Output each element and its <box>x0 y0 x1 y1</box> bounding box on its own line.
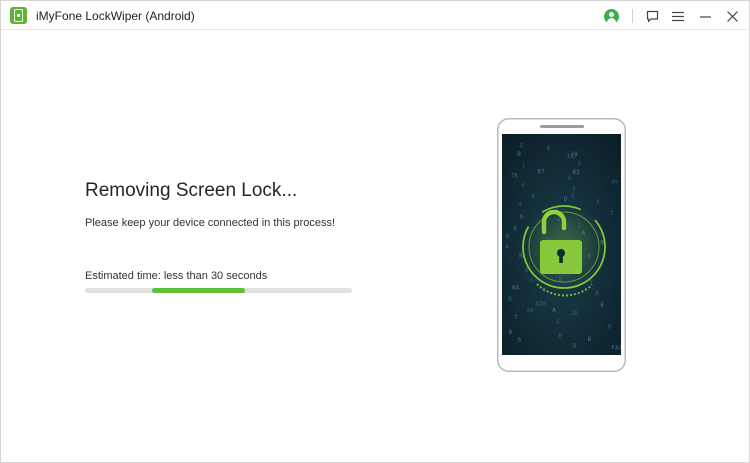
minimize-button[interactable] <box>695 6 715 26</box>
screen-glyph: B <box>506 233 510 240</box>
screen-glyph: 187 <box>567 153 578 160</box>
screen-glyph: E <box>559 332 563 339</box>
screen-glyph: 1 <box>522 162 526 169</box>
screen-glyph: 4 <box>519 201 523 208</box>
menu-icon <box>672 11 684 21</box>
screen-glyph: FA1 <box>612 344 623 351</box>
screen-glyph: 6 <box>518 337 522 344</box>
screen-glyph: 2A <box>527 307 535 314</box>
screen-glyph: 8 <box>578 160 582 167</box>
instruction-text: Please keep your device connected in thi… <box>85 217 336 229</box>
menu-button[interactable] <box>668 6 688 26</box>
screen-glyph: 83 <box>572 169 580 176</box>
screen-glyph: 8 <box>608 323 612 330</box>
screen-glyph: 8A <box>512 284 520 291</box>
screen-glyph: B <box>517 151 521 158</box>
minimize-icon <box>699 15 711 18</box>
screen-glyph: 8 <box>595 290 599 297</box>
screen-glyph: 5 <box>514 313 518 320</box>
titlebar-divider <box>632 9 633 23</box>
window-title: iMyFone LockWiper (Android) <box>36 9 195 23</box>
estimated-time-label: Estimated time: less than 30 seconds <box>85 270 268 282</box>
screen-glyph: A <box>552 307 556 314</box>
screen-glyph: 8 <box>573 343 577 350</box>
screen-glyph: B <box>588 336 592 343</box>
screen-glyph: 8 <box>521 182 525 189</box>
screen-glyph: 78 <box>511 172 519 179</box>
status-heading: Removing Screen Lock... <box>85 180 298 201</box>
account-icon <box>603 8 619 24</box>
screen-glyph: B <box>532 193 536 200</box>
screen-glyph: B <box>509 329 513 336</box>
screen-glyph: 3 <box>610 209 614 216</box>
title-bar: iMyFone LockWiper (Android) <box>1 1 749 30</box>
screen-glyph: 6 <box>547 145 551 152</box>
account-button[interactable] <box>601 6 621 26</box>
screen-glyph: A <box>505 244 509 251</box>
screen-glyph: PF <box>611 179 619 186</box>
screen-glyph: 6 <box>520 213 524 220</box>
phone-illustration: B610B18781B78378APF854BDE4836428ABB3BABA… <box>497 118 626 372</box>
screen-glyph: D <box>564 196 568 203</box>
screen-glyph: 8 <box>513 226 517 233</box>
screen-glyph: E <box>596 198 600 205</box>
screen-glyph: B <box>520 142 524 149</box>
feedback-icon <box>646 10 658 22</box>
close-button[interactable] <box>722 6 742 26</box>
screen-glyph: 8 <box>600 302 604 309</box>
app-window: iMyFone LockWiper (Android) Removing Scr… <box>0 0 750 463</box>
progress-fill <box>151 288 246 293</box>
feedback-button[interactable] <box>642 6 662 26</box>
progress-bar <box>85 288 352 293</box>
screen-glyph: A <box>567 175 571 182</box>
app-logo-icon <box>10 7 27 24</box>
screen-glyph: 2B <box>571 310 579 317</box>
screen-glyph: A28 <box>535 301 546 308</box>
screen-glyph: 4 <box>571 192 575 199</box>
screen-glyph: B7 <box>537 169 545 176</box>
screen-glyph: B <box>508 296 512 303</box>
screen-glyph: 5 <box>556 319 560 326</box>
close-icon <box>726 10 738 22</box>
